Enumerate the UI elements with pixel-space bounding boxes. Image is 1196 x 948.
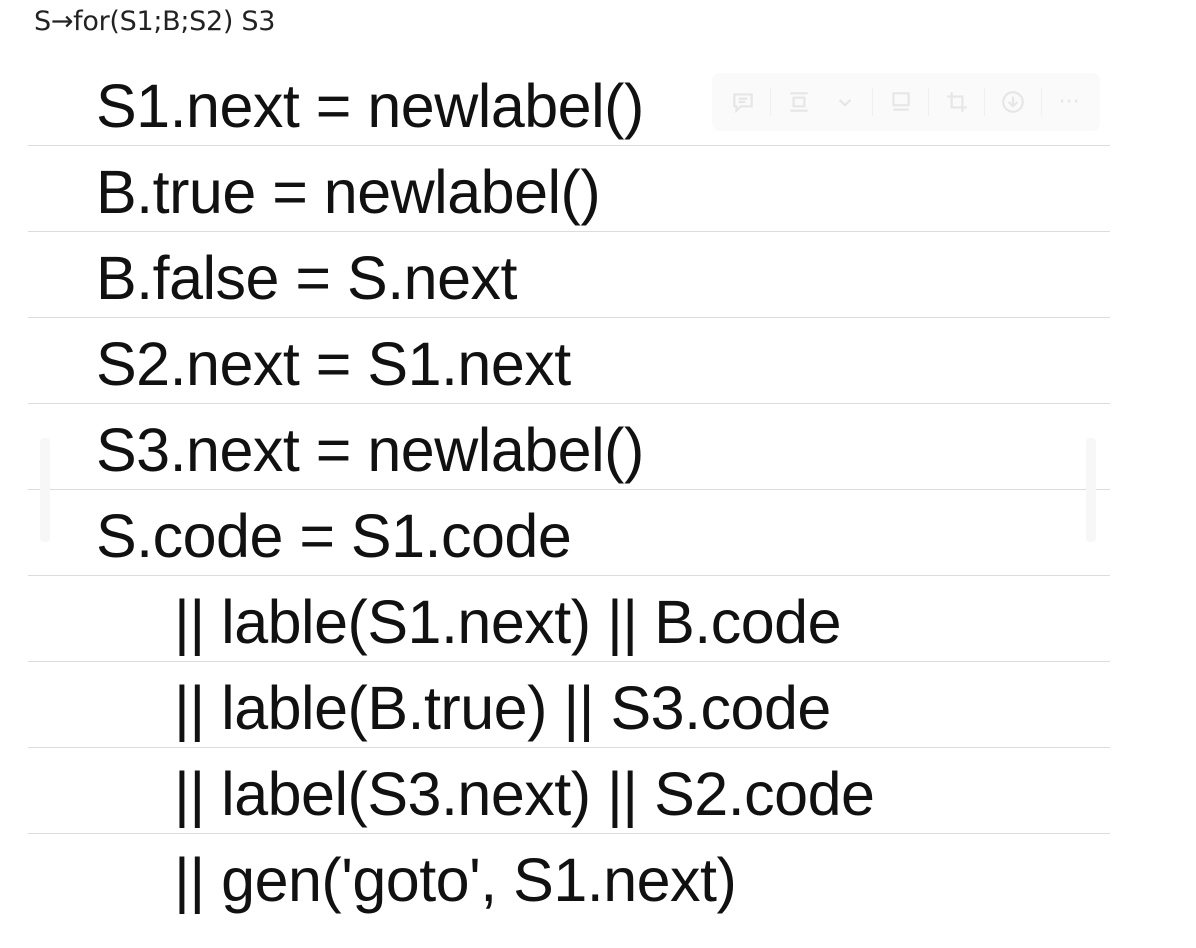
rule-row: S2.next = S1.next: [28, 318, 1110, 404]
rule-row-text: S2.next = S1.next: [96, 330, 571, 398]
comment-icon[interactable]: [725, 84, 761, 120]
rule-row: S3.next = newlabel(): [28, 404, 1110, 490]
caption-icon[interactable]: [883, 84, 919, 120]
rule-row: || label(S3.next) || S2.code: [28, 748, 1110, 834]
toolbar-divider: [984, 88, 986, 116]
rule-row: B.true = newlabel(): [28, 146, 1110, 232]
chevron-down-icon[interactable]: [827, 84, 863, 120]
align-icon[interactable]: [781, 84, 817, 120]
toolbar-divider: [1040, 88, 1042, 116]
download-icon[interactable]: [995, 84, 1031, 120]
resize-handle-right[interactable]: [1086, 438, 1096, 542]
rule-row: || lable(B.true) || S3.code: [28, 662, 1110, 748]
rule-row-text: || gen('goto', S1.next): [174, 846, 737, 914]
rule-row-text: || lable(B.true) || S3.code: [174, 674, 831, 742]
rule-row-text: S.code = S1.code: [96, 502, 572, 570]
toolbar-divider: [928, 88, 930, 116]
rule-row-text: S3.next = newlabel(): [96, 416, 644, 484]
rule-row: || lable(S1.next) || B.code: [28, 576, 1110, 662]
rule-row: B.false = S.next: [28, 232, 1110, 318]
toolbar-divider: [872, 88, 874, 116]
toolbar-divider: [770, 88, 772, 116]
rule-row-text: || label(S3.next) || S2.code: [174, 760, 875, 828]
rule-row-text: || lable(S1.next) || B.code: [174, 588, 842, 656]
resize-handle-left[interactable]: [40, 438, 50, 542]
rule-row: S.code = S1.code: [28, 490, 1110, 576]
rule-row-text: S1.next = newlabel(): [96, 72, 644, 140]
rule-row-text: B.true = newlabel(): [96, 158, 601, 226]
heading-title: S→for(S1;B;S2) S3: [34, 6, 276, 37]
image-toolbar: ···: [712, 73, 1100, 131]
rule-row-text: B.false = S.next: [96, 244, 517, 312]
rule-table: S1.next = newlabel() B.true = newlabel()…: [28, 60, 1110, 920]
crop-icon[interactable]: [939, 84, 975, 120]
more-icon[interactable]: ···: [1051, 84, 1087, 120]
rule-row: || gen('goto', S1.next): [28, 834, 1110, 920]
